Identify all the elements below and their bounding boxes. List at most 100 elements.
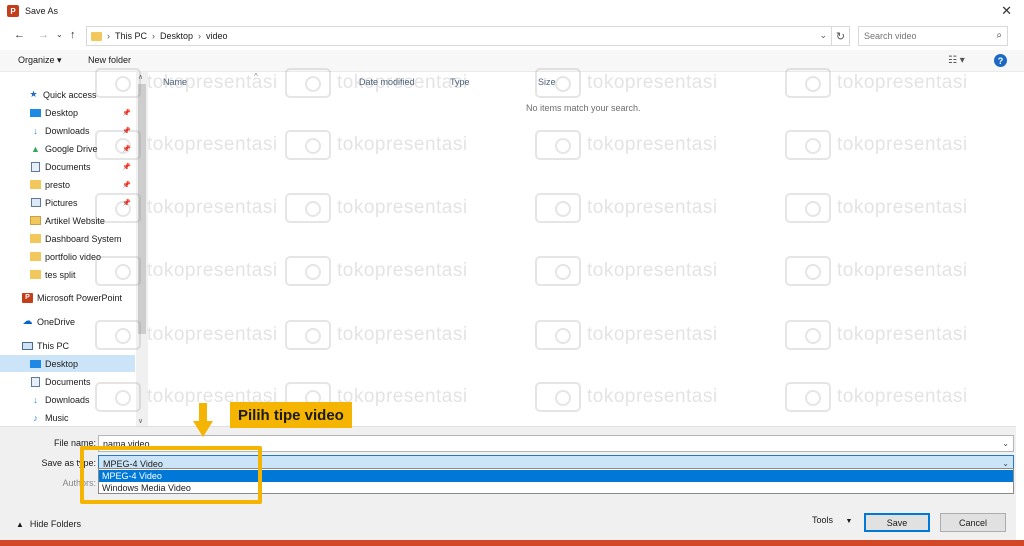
- sidebar-item-pictures[interactable]: Pictures 📌: [0, 194, 135, 211]
- cancel-button[interactable]: Cancel: [940, 513, 1006, 532]
- sidebar-item-this-pc[interactable]: This PC: [0, 337, 135, 354]
- download-icon: ↓: [33, 125, 38, 136]
- sidebar-item-this-pc-desktop[interactable]: Desktop: [0, 355, 135, 372]
- forward-button[interactable]: →: [38, 29, 49, 41]
- scrollbar-thumb[interactable]: [138, 84, 146, 334]
- breadcrumb-this-pc[interactable]: This PC: [115, 31, 147, 41]
- navigation-bar: ← → ⌄ ↑ › This PC › Desktop › video ⌄ ↻ …: [0, 24, 1024, 48]
- breadcrumb-desktop[interactable]: Desktop: [160, 31, 193, 41]
- search-input[interactable]: [864, 31, 992, 41]
- sidebar-item-label: Google Drive: [45, 143, 98, 154]
- folder-icon: [30, 252, 41, 262]
- column-header-date-modified[interactable]: Date modified: [359, 77, 415, 87]
- type-option-mpeg4[interactable]: MPEG-4 Video: [99, 470, 1013, 482]
- folder-icon: [30, 270, 41, 280]
- breadcrumb-video[interactable]: video: [206, 31, 228, 41]
- sidebar-item-label: Microsoft PowerPoint: [37, 292, 123, 303]
- search-icon[interactable]: ⌕: [996, 30, 1002, 41]
- organize-button[interactable]: Organize ▾: [18, 55, 62, 66]
- sort-up-icon: ^: [254, 72, 258, 81]
- sidebar-item-presto[interactable]: presto 📌: [0, 176, 135, 193]
- navigation-pane: ★ Quick access Desktop 📌 ↓ Downloads 📌 ▲…: [0, 72, 148, 426]
- desktop-icon: [30, 359, 41, 369]
- sidebar-item-music[interactable]: ♪ Music: [0, 409, 135, 426]
- tools-label: Tools: [812, 515, 834, 525]
- sidebar-item-dashboard-system[interactable]: Dashboard System: [0, 230, 135, 247]
- address-bar[interactable]: › This PC › Desktop › video ⌄: [86, 26, 832, 46]
- background-app-edge: [1016, 80, 1024, 540]
- sidebar-item-label: Music: [45, 412, 69, 423]
- sidebar-item-label: Documents: [45, 161, 91, 172]
- hide-folders-button[interactable]: ▲ Hide Folders: [16, 519, 81, 529]
- sidebar-scrollbar[interactable]: ∧ ∨: [136, 72, 148, 426]
- sidebar-item-tes-split[interactable]: tes split: [0, 266, 135, 283]
- refresh-icon: ↻: [835, 30, 846, 43]
- onedrive-icon: ☁: [22, 316, 33, 327]
- save-as-type-label: Save as type:: [41, 458, 96, 468]
- chevron-down-icon[interactable]: ⌄: [1002, 459, 1009, 468]
- type-option-wmv[interactable]: Windows Media Video: [99, 482, 1013, 494]
- file-list[interactable]: Name ^ Date modified Type Size No items …: [150, 72, 1024, 426]
- pin-icon[interactable]: 📌: [122, 199, 131, 207]
- sidebar-item-downloads[interactable]: ↓ Downloads 📌: [0, 122, 135, 139]
- sidebar-item-label: Documents: [45, 376, 91, 387]
- download-icon: ↓: [33, 394, 38, 405]
- pin-icon[interactable]: 📌: [122, 127, 131, 135]
- sidebar-item-label: Quick access: [43, 89, 97, 100]
- sidebar-item-label: Artikel Website: [45, 215, 105, 226]
- pin-icon[interactable]: 📌: [122, 145, 131, 153]
- sidebar-item-quick-access[interactable]: ★ Quick access: [0, 86, 135, 103]
- save-as-type-dropdown[interactable]: MPEG-4 Video Windows Media Video: [98, 468, 1014, 494]
- new-folder-button[interactable]: New folder: [88, 55, 131, 65]
- sidebar-item-label: OneDrive: [37, 316, 76, 327]
- pin-icon[interactable]: 📌: [122, 181, 131, 189]
- annotation-arrow-icon: [193, 403, 213, 437]
- chevron-down-icon[interactable]: ⌄: [819, 30, 827, 41]
- sidebar-item-label: Desktop: [45, 358, 79, 369]
- file-name-field[interactable]: ⌄: [98, 435, 1014, 452]
- column-header-name[interactable]: Name: [163, 77, 187, 87]
- sidebar-item-onedrive[interactable]: ☁ OneDrive: [0, 313, 135, 330]
- chevron-up-icon[interactable]: ∧: [138, 73, 143, 81]
- chevron-right-icon: ›: [107, 31, 110, 41]
- sidebar-item-documents[interactable]: Documents 📌: [0, 158, 135, 175]
- google-drive-icon: ▲: [31, 143, 40, 154]
- title-bar: P Save As ✕: [0, 0, 1024, 22]
- pin-icon[interactable]: 📌: [122, 163, 131, 171]
- up-button[interactable]: ↑: [70, 29, 76, 41]
- pin-icon[interactable]: 📌: [122, 109, 131, 117]
- documents-icon: [30, 376, 41, 387]
- sidebar-item-this-pc-downloads[interactable]: ↓ Downloads: [0, 391, 135, 408]
- search-box[interactable]: ⌕: [858, 26, 1008, 46]
- tools-button[interactable]: Tools ▼: [812, 515, 852, 525]
- sidebar-item-artikel-website[interactable]: Artikel Website: [0, 212, 135, 229]
- sidebar-item-portfolio-video[interactable]: portfolio video: [0, 248, 135, 265]
- column-header-size[interactable]: Size: [538, 77, 556, 87]
- help-icon[interactable]: ?: [994, 54, 1007, 67]
- sidebar-item-label: Dashboard System: [45, 233, 122, 244]
- back-button[interactable]: ←: [14, 29, 25, 41]
- desktop-icon: [30, 108, 41, 118]
- save-button[interactable]: Save: [864, 513, 930, 532]
- chevron-down-icon[interactable]: ⌄: [1002, 439, 1009, 448]
- annotation-label: Pilih tipe video: [230, 402, 352, 428]
- chevron-right-icon: ›: [198, 31, 202, 41]
- documents-icon: [30, 161, 41, 172]
- file-name-label: File name:: [53, 438, 96, 448]
- column-header-type[interactable]: Type: [450, 77, 470, 87]
- sidebar-item-label: This PC: [37, 340, 70, 351]
- window-title: Save As: [25, 6, 59, 16]
- recent-locations-button[interactable]: ⌄: [56, 30, 63, 39]
- sidebar-item-microsoft-powerpoint[interactable]: P Microsoft PowerPoint: [0, 289, 135, 306]
- sidebar-item-google-drive[interactable]: ▲ Google Drive 📌: [0, 140, 135, 157]
- pictures-icon: [30, 198, 41, 208]
- powerpoint-icon: P: [22, 292, 33, 303]
- chevron-down-icon[interactable]: ∨: [138, 417, 143, 425]
- sidebar-item-desktop[interactable]: Desktop 📌: [0, 104, 135, 121]
- sidebar-item-this-pc-documents[interactable]: Documents: [0, 373, 135, 390]
- file-name-input[interactable]: [103, 438, 972, 449]
- view-options-icon[interactable]: ☷ ▾: [948, 55, 965, 66]
- close-button[interactable]: ✕: [1001, 4, 1012, 17]
- refresh-button[interactable]: ↻: [832, 26, 850, 46]
- empty-message: No items match your search.: [526, 103, 641, 113]
